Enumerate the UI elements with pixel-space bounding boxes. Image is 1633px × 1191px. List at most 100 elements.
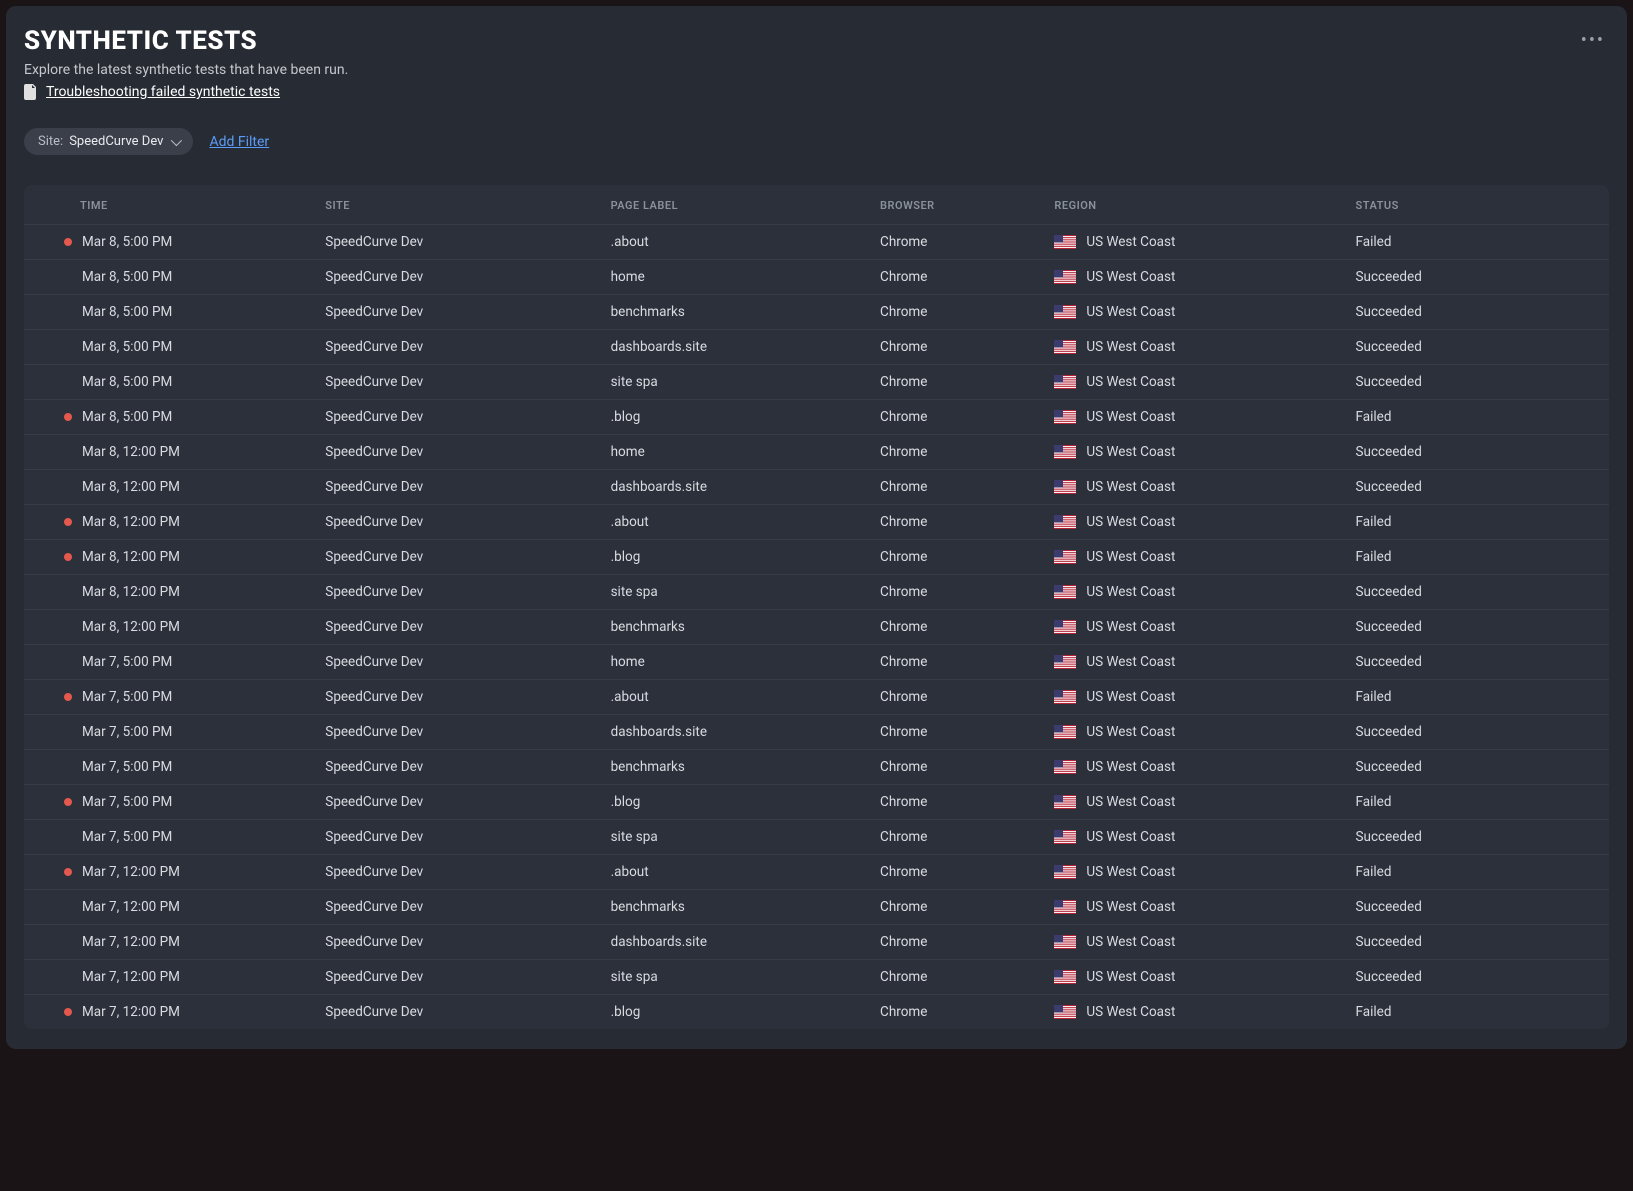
test-browser: Chrome <box>864 435 1038 470</box>
table-row[interactable]: Mar 7, 5:00 PM SpeedCurve Dev dashboards… <box>24 715 1609 750</box>
test-site: SpeedCurve Dev <box>309 680 594 715</box>
test-time: Mar 8, 5:00 PM <box>82 304 172 320</box>
site-filter-chip[interactable]: Site: SpeedCurve Dev <box>24 128 193 155</box>
time-cell: Mar 8, 12:00 PM <box>40 479 293 495</box>
test-site: SpeedCurve Dev <box>309 505 594 540</box>
test-time: Mar 7, 12:00 PM <box>82 934 180 950</box>
test-time: Mar 8, 5:00 PM <box>82 374 172 390</box>
troubleshooting-link[interactable]: Troubleshooting failed synthetic tests <box>46 84 280 100</box>
test-status: Succeeded <box>1340 820 1609 855</box>
table-row[interactable]: Mar 8, 12:00 PM SpeedCurve Dev .about Ch… <box>24 505 1609 540</box>
table-row[interactable]: Mar 8, 12:00 PM SpeedCurve Dev home Chro… <box>24 435 1609 470</box>
table-row[interactable]: Mar 8, 5:00 PM SpeedCurve Dev .about Chr… <box>24 225 1609 260</box>
status-dot-icon <box>64 623 72 631</box>
us-flag-icon <box>1054 760 1076 774</box>
status-dot-icon <box>64 273 72 281</box>
more-options-button[interactable]: ••• <box>1577 26 1609 55</box>
site-filter-label: Site: <box>38 134 63 149</box>
test-browser: Chrome <box>864 610 1038 645</box>
test-page-label: .about <box>595 680 864 715</box>
test-region: US West Coast <box>1086 374 1175 390</box>
table-row[interactable]: Mar 8, 12:00 PM SpeedCurve Dev .blog Chr… <box>24 540 1609 575</box>
test-page-label: dashboards.site <box>595 925 864 960</box>
test-page-label: site spa <box>595 960 864 995</box>
add-filter-link[interactable]: Add Filter <box>209 134 269 150</box>
table-row[interactable]: Mar 8, 5:00 PM SpeedCurve Dev .blog Chro… <box>24 400 1609 435</box>
test-region: US West Coast <box>1086 339 1175 355</box>
test-page-label: .blog <box>595 785 864 820</box>
us-flag-icon <box>1054 725 1076 739</box>
table-row[interactable]: Mar 8, 12:00 PM SpeedCurve Dev dashboard… <box>24 470 1609 505</box>
test-region: US West Coast <box>1086 654 1175 670</box>
table-row[interactable]: Mar 8, 5:00 PM SpeedCurve Dev home Chrom… <box>24 260 1609 295</box>
test-status: Failed <box>1340 225 1609 260</box>
table-row[interactable]: Mar 7, 12:00 PM SpeedCurve Dev site spa … <box>24 960 1609 995</box>
status-dot-icon <box>64 763 72 771</box>
table-row[interactable]: Mar 7, 12:00 PM SpeedCurve Dev benchmark… <box>24 890 1609 925</box>
table-row[interactable]: Mar 7, 5:00 PM SpeedCurve Dev benchmarks… <box>24 750 1609 785</box>
test-time: Mar 8, 5:00 PM <box>82 339 172 355</box>
table-row[interactable]: Mar 8, 5:00 PM SpeedCurve Dev benchmarks… <box>24 295 1609 330</box>
region-cell: US West Coast <box>1054 864 1323 880</box>
table-row[interactable]: Mar 7, 12:00 PM SpeedCurve Dev .about Ch… <box>24 855 1609 890</box>
test-time: Mar 7, 5:00 PM <box>82 654 172 670</box>
test-time: Mar 7, 5:00 PM <box>82 794 172 810</box>
test-status: Failed <box>1340 785 1609 820</box>
table-row[interactable]: Mar 7, 12:00 PM SpeedCurve Dev .blog Chr… <box>24 995 1609 1030</box>
table-row[interactable]: Mar 7, 12:00 PM SpeedCurve Dev dashboard… <box>24 925 1609 960</box>
region-cell: US West Coast <box>1054 794 1323 810</box>
test-page-label: dashboards.site <box>595 470 864 505</box>
time-cell: Mar 7, 5:00 PM <box>40 794 293 810</box>
test-page-label: .blog <box>595 400 864 435</box>
test-region: US West Coast <box>1086 549 1175 565</box>
us-flag-icon <box>1054 690 1076 704</box>
test-status: Failed <box>1340 995 1609 1030</box>
time-cell: Mar 7, 12:00 PM <box>40 969 293 985</box>
us-flag-icon <box>1054 480 1076 494</box>
test-status: Succeeded <box>1340 435 1609 470</box>
table-row[interactable]: Mar 7, 5:00 PM SpeedCurve Dev home Chrom… <box>24 645 1609 680</box>
time-cell: Mar 8, 12:00 PM <box>40 549 293 565</box>
region-cell: US West Coast <box>1054 689 1323 705</box>
test-time: Mar 8, 12:00 PM <box>82 619 180 635</box>
col-header-page: PAGE LABEL <box>595 185 864 225</box>
time-cell: Mar 8, 5:00 PM <box>40 269 293 285</box>
test-region: US West Coast <box>1086 269 1175 285</box>
table-row[interactable]: Mar 8, 12:00 PM SpeedCurve Dev site spa … <box>24 575 1609 610</box>
test-browser: Chrome <box>864 750 1038 785</box>
test-time: Mar 7, 5:00 PM <box>82 689 172 705</box>
table-row[interactable]: Mar 8, 5:00 PM SpeedCurve Dev dashboards… <box>24 330 1609 365</box>
test-browser: Chrome <box>864 330 1038 365</box>
test-page-label: benchmarks <box>595 750 864 785</box>
us-flag-icon <box>1054 620 1076 634</box>
test-page-label: .about <box>595 225 864 260</box>
region-cell: US West Coast <box>1054 444 1323 460</box>
col-header-time: TIME <box>24 185 309 225</box>
test-status: Failed <box>1340 540 1609 575</box>
test-page-label: dashboards.site <box>595 715 864 750</box>
status-dot-icon <box>64 553 72 561</box>
test-site: SpeedCurve Dev <box>309 575 594 610</box>
col-header-region: REGION <box>1038 185 1339 225</box>
test-site: SpeedCurve Dev <box>309 260 594 295</box>
test-site: SpeedCurve Dev <box>309 855 594 890</box>
table-row[interactable]: Mar 8, 5:00 PM SpeedCurve Dev site spa C… <box>24 365 1609 400</box>
test-page-label: home <box>595 435 864 470</box>
test-site: SpeedCurve Dev <box>309 330 594 365</box>
test-site: SpeedCurve Dev <box>309 890 594 925</box>
time-cell: Mar 7, 12:00 PM <box>40 899 293 915</box>
test-time: Mar 8, 5:00 PM <box>82 409 172 425</box>
table-row[interactable]: Mar 7, 5:00 PM SpeedCurve Dev site spa C… <box>24 820 1609 855</box>
test-page-label: site spa <box>595 820 864 855</box>
table-row[interactable]: Mar 7, 5:00 PM SpeedCurve Dev .about Chr… <box>24 680 1609 715</box>
test-status: Succeeded <box>1340 365 1609 400</box>
test-page-label: .about <box>595 505 864 540</box>
time-cell: Mar 8, 5:00 PM <box>40 374 293 390</box>
test-status: Succeeded <box>1340 575 1609 610</box>
test-region: US West Coast <box>1086 234 1175 250</box>
table-row[interactable]: Mar 8, 12:00 PM SpeedCurve Dev benchmark… <box>24 610 1609 645</box>
test-browser: Chrome <box>864 995 1038 1030</box>
test-time: Mar 8, 12:00 PM <box>82 444 180 460</box>
panel-header: SYNTHETIC TESTS Explore the latest synth… <box>24 26 1609 100</box>
table-row[interactable]: Mar 7, 5:00 PM SpeedCurve Dev .blog Chro… <box>24 785 1609 820</box>
